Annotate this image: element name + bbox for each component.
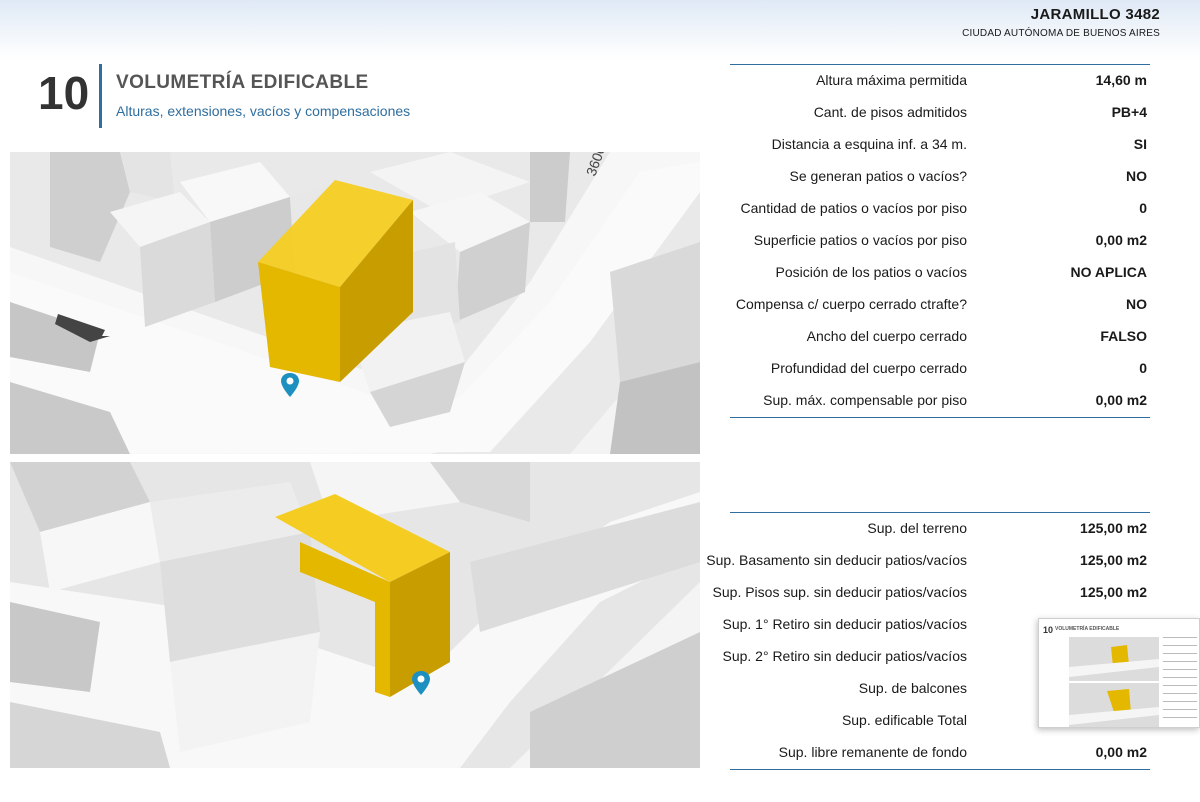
row-label: Posición de los patios o vacíos: [775, 264, 967, 280]
row-label: Cantidad de patios o vacíos por piso: [740, 200, 967, 216]
row-label: Sup. 2° Retiro sin deducir patios/vacíos: [722, 648, 967, 664]
page-thumbnail-preview[interactable]: 10 VOLUMETRÍA EDIFICABLE: [1038, 618, 1200, 728]
table-row: Cantidad de patios o vacíos por piso 0: [730, 193, 1150, 225]
table-row: Se generan patios o vacíos? NO: [730, 161, 1150, 193]
table-row: Sup. máx. compensable por piso 0,00 m2: [730, 385, 1150, 417]
thumbnail-table-lines: [1163, 637, 1197, 725]
table-row: Cant. de pisos admitidos PB+4: [730, 97, 1150, 129]
table-row: Sup. Pisos sup. sin deducir patios/vacío…: [713, 577, 1150, 609]
thumbnail-map-2: [1069, 683, 1159, 727]
row-value: 0,00 m2: [1095, 744, 1147, 760]
location-marker-icon[interactable]: [280, 372, 300, 398]
row-value: 125,00 m2: [1080, 584, 1147, 600]
table-row: Ancho del cuerpo cerrado FALSO: [730, 321, 1150, 353]
row-label: Sup. máx. compensable por piso: [763, 392, 967, 408]
row-label: Altura máxima permitida: [816, 72, 967, 88]
row-label: Se generan patios o vacíos?: [789, 168, 967, 184]
height-parameters-table: Altura máxima permitida 14,60 m Cant. de …: [730, 64, 1150, 418]
row-label: Superficie patios o vacíos por piso: [753, 232, 967, 248]
row-value: NO: [1126, 168, 1147, 184]
table-row: Posición de los patios o vacíos NO APLICA: [730, 257, 1150, 289]
row-value: 0,00 m2: [1095, 232, 1147, 248]
row-value: FALSO: [1100, 328, 1147, 344]
row-value: NO APLICA: [1070, 264, 1147, 280]
row-value: 14,60 m: [1095, 72, 1147, 88]
thumbnail-section-number: 10: [1043, 625, 1054, 635]
thumbnail-map-1: [1069, 637, 1159, 681]
row-label: Sup. libre remanente de fondo: [778, 744, 967, 760]
row-value: 0: [1139, 360, 1147, 376]
row-label: Sup. Basamento sin deducir patios/vacíos: [706, 552, 967, 568]
row-value: 125,00 m2: [1080, 520, 1147, 536]
table-row: Superficie patios o vacíos por piso 0,00 …: [730, 225, 1150, 257]
section-divider: [99, 64, 102, 128]
city-subtitle: CIUDAD AUTÓNOMA DE BUENOS AIRES: [962, 28, 1160, 39]
section-title: VOLUMETRÍA EDIFICABLE: [116, 72, 369, 93]
volumetry-map-front-view: 3600: [10, 152, 700, 454]
row-value: 0: [1139, 200, 1147, 216]
row-label: Sup. Pisos sup. sin deducir patios/vacío…: [712, 584, 967, 600]
row-label: Sup. de balcones: [858, 680, 967, 696]
section-number: 10: [38, 67, 90, 119]
table-row: Profundidad del cuerpo cerrado 0: [730, 353, 1150, 385]
row-value: 0,00 m2: [1095, 392, 1147, 408]
row-label: Cant. de pisos admitidos: [813, 104, 967, 120]
table-row: Distancia a esquina inf. a 34 m. SI: [730, 129, 1150, 161]
location-marker-icon[interactable]: [411, 670, 431, 696]
row-label: Profundidad del cuerpo cerrado: [770, 360, 967, 376]
row-label: Sup. edificable Total: [841, 712, 967, 728]
table-row: Sup. Basamento sin deducir patios/vacíos…: [706, 545, 1150, 577]
row-value: 125,00 m2: [1080, 552, 1147, 568]
table-row: Sup. libre remanente de fondo 0,00 m2: [730, 737, 1150, 769]
row-value: PB+4: [1111, 104, 1147, 120]
section-subtitle: Alturas, extensiones, vacíos y compensac…: [116, 103, 411, 119]
row-label: Ancho del cuerpo cerrado: [806, 328, 967, 344]
table-row: Altura máxima permitida 14,60 m: [730, 65, 1150, 97]
row-label: Distancia a esquina inf. a 34 m.: [771, 136, 967, 152]
row-value: SI: [1133, 136, 1147, 152]
table-row: Compensa c/ cuerpo cerrado ctrafte? NO: [730, 289, 1150, 321]
row-label: Sup. del terreno: [867, 520, 967, 536]
address-title: JARAMILLO 3482: [1030, 6, 1160, 23]
thumbnail-title: VOLUMETRÍA EDIFICABLE: [1055, 626, 1120, 632]
row-value: NO: [1126, 296, 1147, 312]
row-label: Compensa c/ cuerpo cerrado ctrafte?: [735, 296, 967, 312]
volumetry-map-rear-view: [10, 462, 700, 768]
table-row: Sup. del terreno 125,00 m2: [730, 513, 1150, 545]
row-label: Sup. 1° Retiro sin deducir patios/vacíos: [722, 616, 967, 632]
